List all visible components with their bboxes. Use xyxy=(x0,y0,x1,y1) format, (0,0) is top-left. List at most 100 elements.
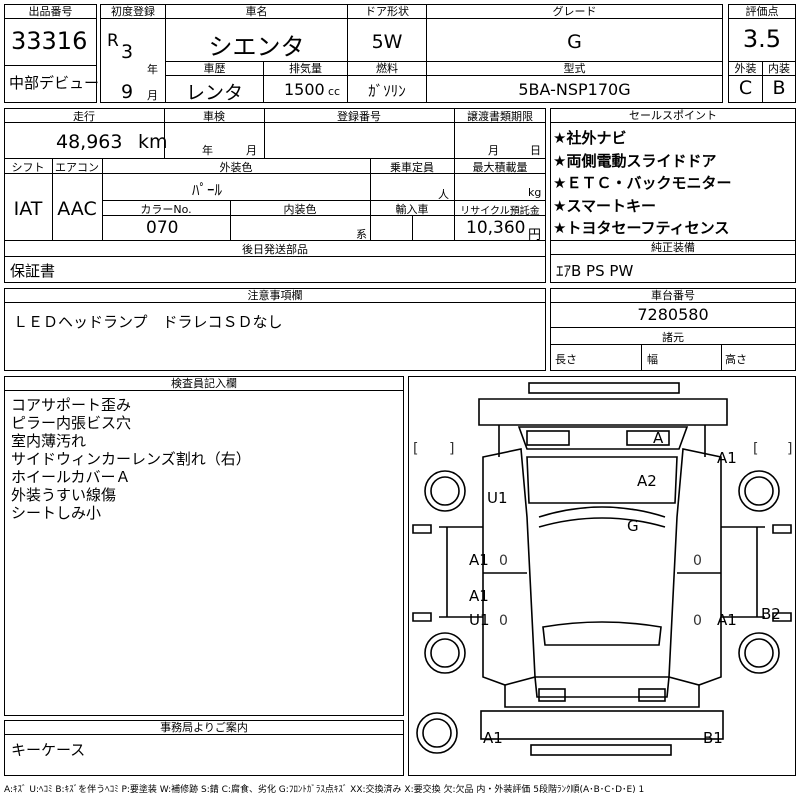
model-box: 型式 5BA-NSP170G xyxy=(426,61,723,103)
damage-mark: A xyxy=(653,429,664,447)
grade-value: G xyxy=(567,31,582,53)
exterior-value: ﾊﾟｰﾙ xyxy=(192,181,223,199)
lot-label: 出品番号 xyxy=(5,5,96,19)
inspection-month-unit: 月 xyxy=(246,144,257,157)
damage-mark: A1 xyxy=(717,449,737,467)
later-value: 保証書 xyxy=(10,262,56,280)
door-value: 5W xyxy=(371,31,403,53)
chassis-box: 車台番号 7280580 諸元 長さ 幅 高さ xyxy=(550,288,796,371)
sales-item: ★スマートキー xyxy=(553,196,656,215)
history-value: レンタ xyxy=(185,82,243,104)
damage-mark: A1 xyxy=(483,729,503,747)
name-box: 車名 シエンタ xyxy=(165,4,348,62)
score-label: 評価点 xyxy=(729,5,795,19)
inspector-lines: コアサポート歪み ピラー内張ビス穴 室内薄汚れ サイドウィンカーレンズ割れ（右）… xyxy=(11,396,251,522)
car-outline xyxy=(412,382,792,756)
notes-box: 注意事項欄 ＬＥＤヘッドランプ ドラレコＳＤなし xyxy=(4,288,546,371)
chassis-value: 7280580 xyxy=(637,305,709,324)
office-box: 事務局よりご案内 キーケース xyxy=(4,720,404,776)
office-label: 事務局よりご案内 xyxy=(5,721,403,735)
model-value: 5BA-NSP170G xyxy=(518,80,631,99)
inspector-line: コアサポート歪み xyxy=(11,396,132,414)
lot-box: 出品番号 33316 xyxy=(4,4,97,66)
km-unit: km xyxy=(138,131,168,153)
zero-mark: 0 xyxy=(693,553,702,569)
notes-label: 注意事項欄 xyxy=(5,289,545,303)
car-diagram: A A1 A2 U1 G A1 A1 U1 A1 B2 A1 B1 0 0 0 … xyxy=(408,376,796,776)
zero-mark: 0 xyxy=(693,613,702,629)
inspector-line: 外装うすい線傷 xyxy=(11,486,117,504)
inspector-line: ピラー内張ビス穴 xyxy=(11,414,132,432)
score-value: 3.5 xyxy=(742,25,782,53)
damage-mark: B1 xyxy=(703,729,723,747)
equip-box: 純正装備 ｴｱB PS PW xyxy=(550,240,796,283)
grade-box: グレード G xyxy=(426,4,723,62)
zero-mark: 0 xyxy=(499,613,508,629)
inspector-line: 室内薄汚れ xyxy=(11,432,87,450)
bracket-mark: ] xyxy=(787,441,793,457)
equip-value: ｴｱB PS PW xyxy=(556,262,634,280)
first-reg-label: 初度登録 xyxy=(101,5,165,19)
era: R xyxy=(107,31,119,51)
legend-footer: A:ｷｽﾞ U:ﾍｺﾐ B:ｷｽﾞを伴うﾍｺﾐ P:要塗装 W:補修跡 S:錆 … xyxy=(4,785,645,795)
later-label: 後日発送部品 xyxy=(242,243,308,256)
int-label: 内装 xyxy=(763,62,795,76)
ac-value: AAC xyxy=(57,198,97,220)
bracket-mark: ] xyxy=(449,441,455,457)
ext-box: 外装 C xyxy=(728,61,763,103)
shift-value: IAT xyxy=(13,198,43,220)
spec-length: 長さ xyxy=(555,353,577,366)
sales-label: セールスポイント xyxy=(551,109,795,123)
sales-list: ★社外ナビ ★両側電動スライドドア ★ＥＴＣ・バックモニター ★スマートキー ★… xyxy=(553,127,731,240)
grade-label: グレード xyxy=(427,5,722,19)
first-reg-box: 初度登録 R 3 年 9 月 xyxy=(100,4,166,103)
history-label: 車歴 xyxy=(166,62,263,76)
inspector-label: 検査員記入欄 xyxy=(5,377,403,391)
month-unit: 月 xyxy=(147,89,158,102)
notes-text: ＬＥＤヘッドランプ ドラレコＳＤなし xyxy=(13,313,283,331)
displacement-box: 排気量 1500 cc xyxy=(263,61,348,103)
model-label: 型式 xyxy=(427,62,722,76)
bracket-mark: [ xyxy=(413,441,419,457)
inspector-line: シートしみ小 xyxy=(11,504,102,522)
equip-label: 純正装備 xyxy=(551,241,795,255)
debut-label: 中部デビュー xyxy=(9,74,100,92)
sales-box: セールスポイント ★社外ナビ ★両側電動スライドドア ★ＥＴＣ・バックモニター … xyxy=(550,108,796,241)
damage-mark: U1 xyxy=(469,611,490,629)
car-name: シエンタ xyxy=(208,33,305,61)
score-box: 評価点 3.5 xyxy=(728,4,796,62)
zero-mark: 0 xyxy=(499,553,508,569)
chassis-label: 車台番号 xyxy=(551,289,795,303)
transfer-month-unit: 月 xyxy=(488,144,499,157)
fuel-label: 燃料 xyxy=(348,62,426,76)
spec-height: 高さ xyxy=(725,353,747,366)
transfer-day-unit: 日 xyxy=(530,144,541,157)
cc-unit: cc xyxy=(328,85,341,98)
inspector-box: 検査員記入欄 コアサポート歪み ピラー内張ビス穴 室内薄汚れ サイドウィンカーレ… xyxy=(4,376,404,716)
spec-label: 諸元 xyxy=(662,331,684,344)
damage-mark: A1 xyxy=(717,611,737,629)
sales-item: ★社外ナビ xyxy=(553,129,627,147)
history-box: 車歴 レンタ xyxy=(165,61,264,104)
damage-mark: U1 xyxy=(487,489,508,507)
year-unit: 年 xyxy=(147,63,158,76)
door-box: ドア形状 5W xyxy=(347,4,427,62)
inspection-year-unit: 年 xyxy=(202,144,213,157)
sales-item: ★両側電動スライドドア xyxy=(553,151,717,170)
ext-value: C xyxy=(738,77,753,99)
bracket-mark: [ xyxy=(753,441,759,457)
load-unit: kg xyxy=(528,186,542,199)
ext-label: 外装 xyxy=(729,62,762,76)
sales-item: ★ＥＴＣ・バックモニター xyxy=(553,174,732,192)
damage-mark: A2 xyxy=(637,472,657,490)
damage-mark: G xyxy=(627,517,639,535)
office-text: キーケース xyxy=(11,741,86,759)
door-label: ドア形状 xyxy=(348,5,426,19)
mileage-value: 48,963 xyxy=(56,131,123,153)
displacement-label: 排気量 xyxy=(264,62,347,76)
debut-box: 中部デビュー xyxy=(4,65,100,103)
damage-mark: A1 xyxy=(469,587,489,605)
fuel-box: 燃料 ｶﾞｿﾘﾝ xyxy=(347,61,427,103)
first-reg-month: 9 xyxy=(121,81,134,103)
first-reg-year: 3 xyxy=(121,41,134,63)
